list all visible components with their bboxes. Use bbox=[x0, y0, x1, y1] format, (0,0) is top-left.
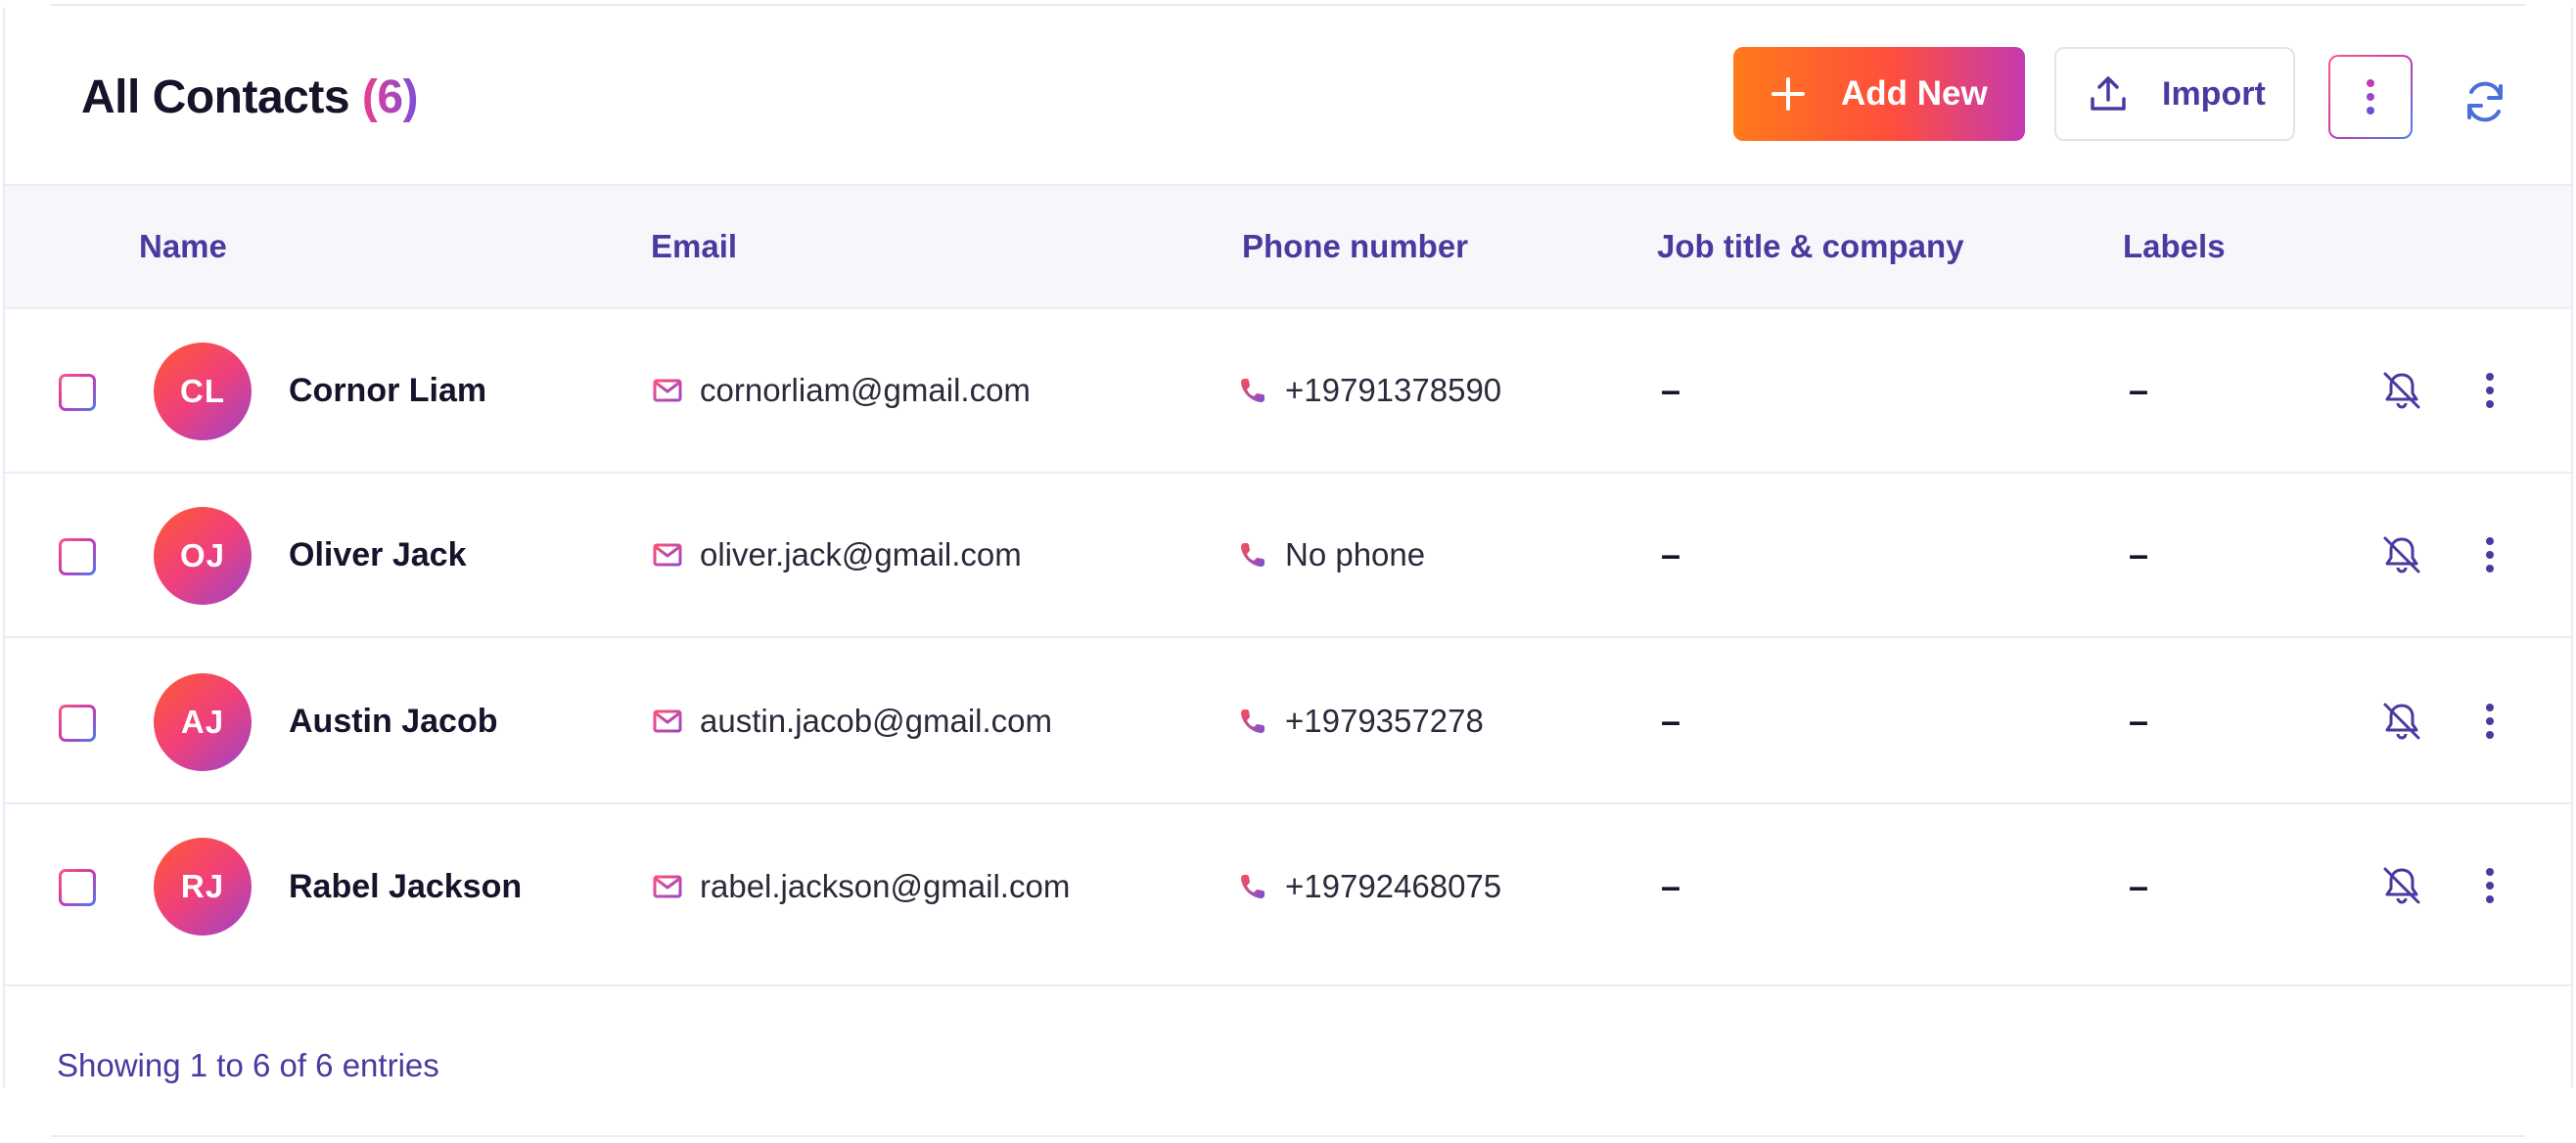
kebab-icon bbox=[2486, 373, 2494, 408]
contact-phone: +19791378590 bbox=[1238, 309, 1501, 472]
phone-icon bbox=[1241, 709, 1265, 733]
email-text[interactable]: oliver.jack@gmail.com bbox=[700, 536, 1022, 573]
kebab-icon bbox=[2486, 704, 2494, 739]
column-labels[interactable]: Labels bbox=[2123, 186, 2226, 307]
contacts-count: (6) bbox=[361, 71, 419, 123]
contact-name[interactable]: Cornor Liam bbox=[289, 309, 486, 472]
add-new-label: Add New bbox=[1841, 74, 1988, 113]
import-button[interactable]: Import bbox=[2054, 47, 2295, 141]
row-menu-button[interactable] bbox=[2475, 368, 2505, 413]
contact-email: cornorliam@gmail.com bbox=[653, 309, 1031, 472]
table-row[interactable]: CL Cornor Liam cornorliam@gmail.com +197… bbox=[5, 309, 2571, 474]
contact-email: oliver.jack@gmail.com bbox=[653, 474, 1022, 636]
add-new-button[interactable]: Add New bbox=[1733, 47, 2025, 141]
email-text[interactable]: rabel.jackson@gmail.com bbox=[700, 868, 1070, 905]
kebab-icon bbox=[2486, 868, 2494, 903]
row-menu-button[interactable] bbox=[2475, 699, 2505, 744]
phone-icon bbox=[1241, 379, 1265, 402]
bell-off-icon[interactable] bbox=[2379, 368, 2424, 413]
column-email[interactable]: Email bbox=[651, 186, 737, 307]
mail-icon bbox=[653, 709, 682, 733]
avatar: RJ bbox=[154, 838, 252, 936]
column-phone[interactable]: Phone number bbox=[1242, 186, 1468, 307]
more-options-button[interactable] bbox=[2328, 55, 2413, 139]
table-row[interactable]: RJ Rabel Jackson rabel.jackson@gmail.com… bbox=[5, 804, 2571, 986]
contact-labels: – bbox=[2129, 866, 2149, 906]
contacts-page: All Contacts (6) Add New Import Name Ema… bbox=[0, 0, 2576, 1143]
contact-labels: – bbox=[2129, 534, 2149, 574]
row-checkbox[interactable] bbox=[59, 538, 96, 575]
plus-icon bbox=[1771, 77, 1805, 111]
contact-name[interactable]: Rabel Jackson bbox=[289, 804, 522, 969]
row-checkbox[interactable] bbox=[59, 705, 96, 742]
contact-job: – bbox=[1661, 866, 1681, 906]
top-divider bbox=[51, 4, 2525, 6]
phone-text[interactable]: +19791378590 bbox=[1285, 372, 1501, 409]
kebab-icon bbox=[2486, 537, 2494, 572]
contact-phone: No phone bbox=[1238, 474, 1425, 636]
row-menu-button[interactable] bbox=[2475, 863, 2505, 908]
mail-icon bbox=[653, 379, 682, 402]
contact-job: – bbox=[1661, 534, 1681, 574]
phone-text: No phone bbox=[1285, 536, 1426, 572]
row-menu-button[interactable] bbox=[2475, 532, 2505, 577]
bell-off-icon[interactable] bbox=[2379, 699, 2424, 744]
page-title-text: All Contacts bbox=[81, 71, 350, 123]
bottom-divider bbox=[51, 1135, 2525, 1137]
phone-text[interactable]: +19792468075 bbox=[1285, 868, 1501, 905]
phone-text[interactable]: +1979357278 bbox=[1285, 703, 1484, 740]
refresh-button[interactable] bbox=[2458, 74, 2512, 129]
avatar: OJ bbox=[154, 507, 252, 605]
bell-off-icon[interactable] bbox=[2379, 532, 2424, 577]
contact-job: – bbox=[1661, 370, 1681, 410]
phone-icon bbox=[1241, 875, 1265, 898]
avatar: CL bbox=[154, 343, 252, 440]
row-checkbox[interactable] bbox=[59, 374, 96, 411]
refresh-icon bbox=[2467, 81, 2503, 122]
import-label: Import bbox=[2162, 74, 2266, 113]
contact-job: – bbox=[1661, 701, 1681, 741]
email-text[interactable]: cornorliam@gmail.com bbox=[700, 372, 1031, 409]
kebab-icon bbox=[2367, 79, 2374, 114]
contact-email: rabel.jackson@gmail.com bbox=[653, 804, 1070, 969]
contact-phone: +19792468075 bbox=[1238, 804, 1501, 969]
pagination-info: Showing 1 to 6 of 6 entries bbox=[57, 1047, 439, 1083]
phone-icon bbox=[1241, 543, 1265, 567]
table-row[interactable]: OJ Oliver Jack oliver.jack@gmail.com No … bbox=[5, 474, 2571, 638]
row-checkbox[interactable] bbox=[59, 869, 96, 906]
card-header: All Contacts (6) Add New Import bbox=[5, 8, 2571, 184]
mail-icon bbox=[653, 875, 682, 898]
contact-name[interactable]: Oliver Jack bbox=[289, 474, 466, 636]
column-name[interactable]: Name bbox=[139, 186, 227, 307]
table-row[interactable]: AJ Austin Jacob austin.jacob@gmail.com +… bbox=[5, 640, 2571, 804]
contact-email: austin.jacob@gmail.com bbox=[653, 640, 1052, 802]
contact-name[interactable]: Austin Jacob bbox=[289, 640, 497, 802]
upload-icon bbox=[2091, 76, 2126, 111]
mail-icon bbox=[653, 543, 682, 567]
bell-off-icon[interactable] bbox=[2379, 863, 2424, 908]
contacts-card: All Contacts (6) Add New Import Name Ema… bbox=[3, 8, 2573, 1087]
contact-labels: – bbox=[2129, 701, 2149, 741]
table-header: Name Email Phone number Job title & comp… bbox=[5, 184, 2571, 309]
column-job[interactable]: Job title & company bbox=[1657, 186, 1964, 307]
avatar: AJ bbox=[154, 673, 252, 771]
contact-phone: +1979357278 bbox=[1238, 640, 1484, 802]
page-title: All Contacts (6) bbox=[81, 70, 419, 124]
email-text[interactable]: austin.jacob@gmail.com bbox=[700, 703, 1052, 740]
contact-labels: – bbox=[2129, 370, 2149, 410]
